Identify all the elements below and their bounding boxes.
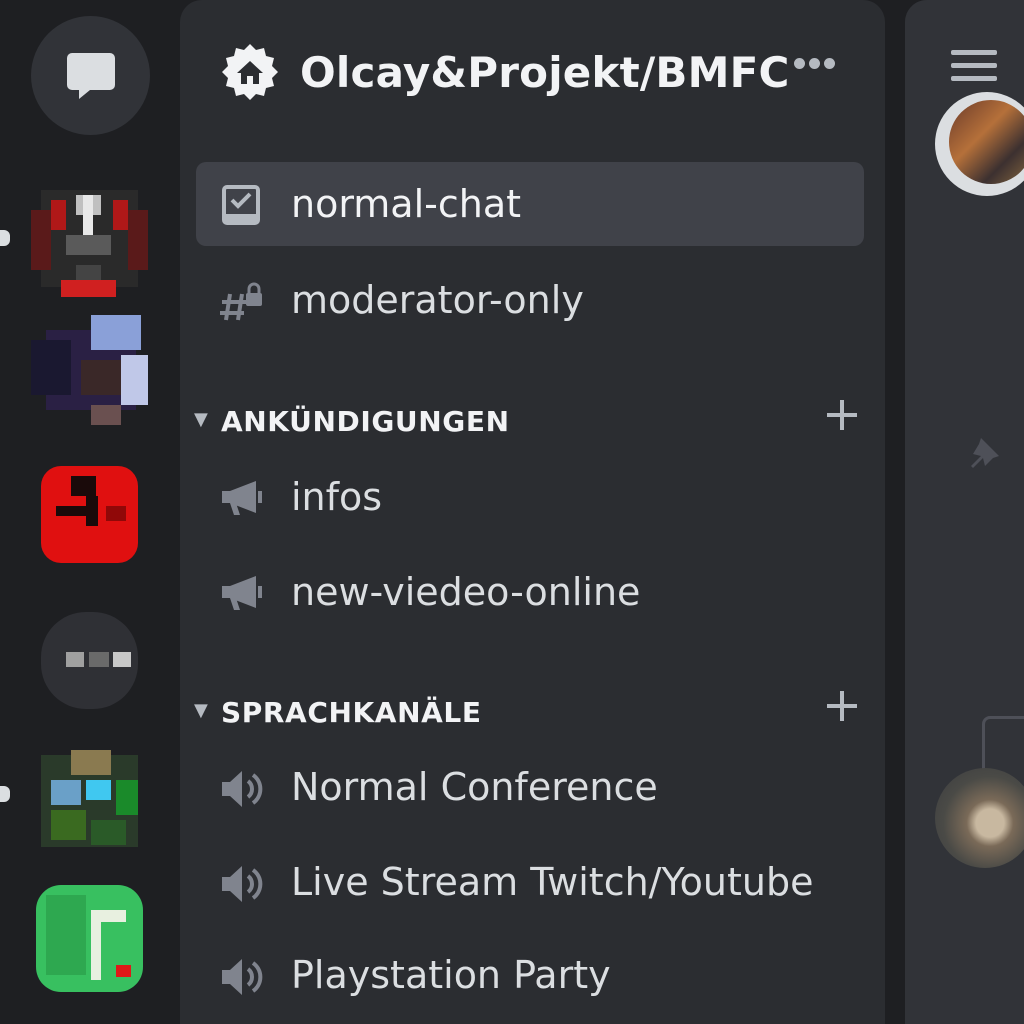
unread-indicator [0, 230, 10, 246]
channel-infos[interactable]: infos [196, 455, 864, 539]
category-sprachkanaele[interactable]: ▼ SPRACHKANÄLE [180, 688, 885, 738]
speaker-icon [222, 959, 263, 995]
category-ankuendigungen[interactable]: ▼ ANKÜNDIGUNGEN [180, 397, 885, 447]
voice-channel-live-stream[interactable]: Live Stream Twitch/Youtube [196, 840, 864, 924]
server-header[interactable]: Olcay&Projekt/BMFC [180, 0, 885, 150]
community-home-icon [222, 44, 278, 100]
chat-panel [905, 0, 1024, 1024]
voice-channel-normal-conference[interactable]: Normal Conference [196, 745, 864, 829]
channel-label: Live Stream Twitch/Youtube [291, 860, 814, 904]
chevron-down-icon: ▼ [194, 409, 208, 430]
voice-channel-playstation-party[interactable]: Playstation Party [196, 933, 864, 1017]
channel-moderator-only[interactable]: moderator-only [196, 258, 864, 342]
add-channel-icon[interactable] [824, 688, 860, 724]
server-icon[interactable] [31, 602, 148, 719]
channel-normal-chat[interactable]: normal-chat [196, 162, 864, 246]
server-icon[interactable] [31, 180, 148, 297]
server-name: Olcay&Projekt/BMFC [300, 48, 790, 97]
chat-area [905, 136, 1024, 1024]
category-label: ANKÜNDIGUNGEN [221, 405, 510, 438]
server-icon[interactable] [31, 456, 148, 573]
channel-label: moderator-only [291, 278, 584, 322]
server-icon[interactable] [31, 880, 148, 997]
server-icon[interactable] [31, 740, 148, 857]
server-avatar-icon [31, 310, 148, 427]
rules-channel-icon [222, 185, 260, 225]
announcement-icon [222, 481, 262, 515]
dot [809, 58, 820, 69]
server-avatar-icon [31, 740, 148, 857]
category-label: SPRACHKANÄLE [221, 696, 482, 729]
channel-label: Playstation Party [291, 953, 611, 997]
channel-label: normal-chat [291, 182, 522, 226]
more-options-button[interactable] [792, 58, 836, 78]
server-avatar-icon [31, 602, 148, 719]
locked-hash-icon [220, 282, 262, 321]
pin-icon [971, 438, 999, 468]
unread-indicator [0, 786, 10, 802]
menu-icon[interactable] [951, 50, 997, 82]
server-avatar-icon [31, 456, 148, 573]
direct-messages-button[interactable] [31, 16, 150, 135]
channel-label: infos [291, 475, 383, 519]
announcement-icon [222, 576, 262, 610]
server-avatar-icon [31, 880, 148, 997]
server-icon[interactable] [31, 310, 148, 427]
speaker-icon [222, 771, 263, 807]
add-channel-icon[interactable] [824, 397, 860, 433]
dot [824, 58, 835, 69]
dot [794, 58, 805, 69]
channel-label: Normal Conference [291, 765, 658, 809]
channel-new-viedeo-online[interactable]: new-viedeo-online [196, 550, 864, 634]
channel-label: new-viedeo-online [291, 570, 641, 614]
channel-sidebar: Olcay&Projekt/BMFC normal-chat moderator… [180, 0, 885, 1024]
chat-bubble-icon [67, 53, 115, 99]
user-avatar[interactable] [935, 768, 1024, 868]
speaker-icon [222, 866, 263, 902]
server-rail [0, 0, 178, 1024]
chevron-down-icon: ▼ [194, 700, 208, 721]
server-avatar-icon [31, 180, 148, 297]
